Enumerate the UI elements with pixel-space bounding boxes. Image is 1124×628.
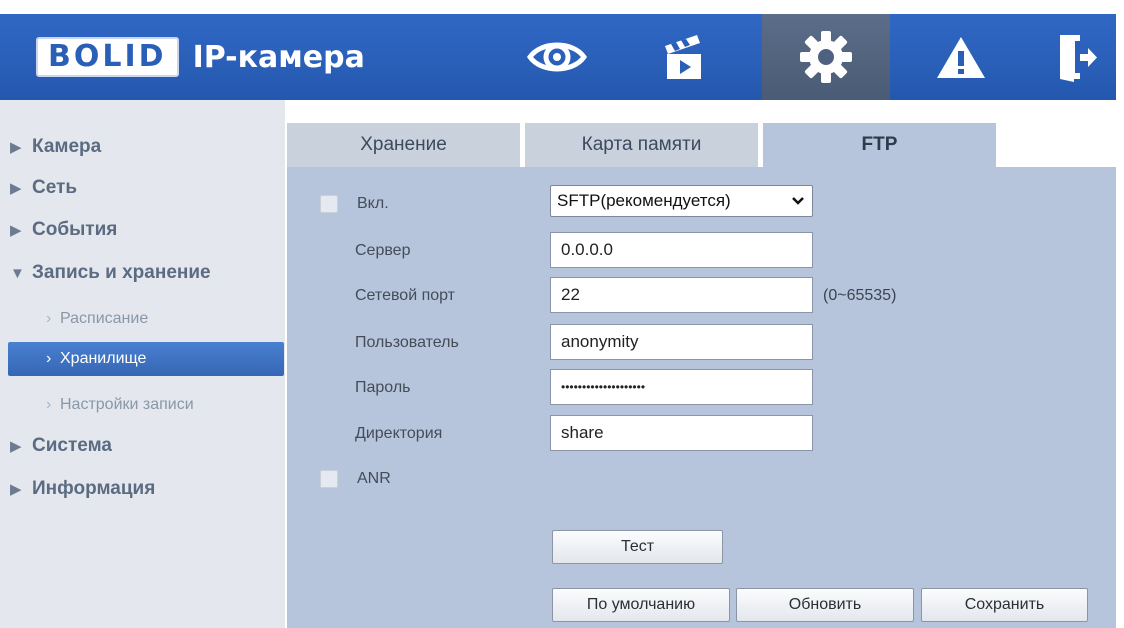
warning-icon: [937, 37, 985, 78]
main-content: Хранение Карта памяти FTP Вкл. SFTP(реко…: [287, 123, 1116, 628]
sidebar-item-system[interactable]: ▶ Система: [10, 431, 112, 461]
save-button[interactable]: Сохранить: [921, 588, 1088, 622]
refresh-button[interactable]: Обновить: [736, 588, 914, 622]
sidebar-item-label: События: [32, 219, 118, 240]
caret-right-icon: ▶: [10, 139, 22, 156]
anr-row: ANR: [320, 467, 391, 491]
chevron-down-icon: [792, 186, 804, 226]
chevron-right-icon: ›: [46, 396, 52, 413]
protocol-selected-value: SFTP(рекомендуется): [557, 191, 731, 210]
app-title: IP-камера: [192, 39, 365, 75]
port-range-hint: (0~65535): [823, 287, 897, 304]
tab-storage[interactable]: Хранение: [287, 123, 520, 167]
caret-right-icon: ▶: [10, 180, 22, 197]
brand-logo: BOLID: [36, 37, 179, 77]
password-input[interactable]: ••••••••••••••••••••: [550, 369, 813, 405]
caret-right-icon: ▶: [10, 481, 22, 498]
sidebar-item-label: Сеть: [32, 177, 78, 198]
sidebar-subitem-label: Расписание: [60, 310, 149, 327]
user-input[interactable]: anonymity: [550, 324, 813, 360]
port-input[interactable]: 22: [550, 277, 813, 313]
logo: BOLID IP-камера: [36, 37, 365, 77]
password-label: Пароль: [355, 379, 411, 396]
tab-bar: Хранение Карта памяти FTP: [287, 123, 1116, 167]
sidebar-subitem-schedule[interactable]: › Расписание: [0, 304, 285, 334]
anr-checkbox[interactable]: [320, 470, 338, 488]
nav-alarm[interactable]: [897, 14, 1025, 100]
test-button[interactable]: Тест: [552, 530, 723, 564]
sidebar-subitem-label: Хранилище: [60, 350, 147, 367]
chevron-right-icon: ›: [46, 310, 52, 327]
sidebar-item-camera[interactable]: ▶ Камера: [10, 132, 101, 162]
sidebar-item-network[interactable]: ▶ Сеть: [10, 173, 77, 203]
eye-icon: [527, 42, 587, 72]
sidebar: ▶ Камера ▶ Сеть ▶ События ▼ Запись и хранени…: [0, 100, 285, 628]
server-label: Сервер: [355, 242, 411, 259]
sidebar-item-events[interactable]: ▶ События: [10, 215, 117, 245]
sidebar-item-label: Запись и хранение: [32, 262, 211, 283]
nav-settings[interactable]: [762, 14, 890, 100]
sidebar-item-label: Информация: [32, 478, 156, 499]
top-header: BOLID IP-камера: [0, 14, 1116, 100]
tab-ftp[interactable]: FTP: [763, 123, 996, 167]
directory-label: Директория: [355, 425, 443, 442]
sidebar-item-label: Камера: [32, 136, 102, 157]
server-input[interactable]: 0.0.0.0: [550, 232, 813, 268]
exit-icon: [1060, 35, 1097, 82]
sidebar-subitem-storage[interactable]: › Хранилище: [8, 342, 284, 376]
enable-checkbox[interactable]: [320, 195, 338, 213]
tab-memory-card[interactable]: Карта памяти: [525, 123, 758, 167]
user-label: Пользователь: [355, 334, 459, 351]
clapperboard-icon: [665, 35, 701, 79]
sidebar-item-info[interactable]: ▶ Информация: [10, 474, 155, 504]
enable-label: Вкл.: [357, 195, 389, 212]
nav-live-view[interactable]: [493, 14, 621, 100]
chevron-right-icon: ›: [46, 350, 52, 367]
sidebar-item-label: Система: [32, 435, 112, 456]
default-button[interactable]: По умолчанию: [552, 588, 730, 622]
caret-right-icon: ▶: [10, 222, 22, 239]
caret-right-icon: ▶: [10, 438, 22, 455]
anr-label: ANR: [357, 470, 391, 487]
caret-down-icon: ▼: [10, 265, 25, 282]
nav-playback[interactable]: [620, 14, 748, 100]
sidebar-item-recording-storage[interactable]: ▼ Запись и хранение: [10, 258, 211, 288]
directory-input[interactable]: share: [550, 415, 813, 451]
port-label: Сетевой порт: [355, 287, 456, 304]
nav-logout[interactable]: [1040, 14, 1116, 100]
ftp-settings-panel: Вкл. SFTP(рекомендуется) Сервер 0.0.0.0 …: [287, 167, 1116, 628]
sidebar-subitem-record-settings[interactable]: › Настройки записи: [0, 390, 285, 420]
sidebar-subitem-label: Настройки записи: [60, 396, 194, 413]
gear-icon: [800, 31, 852, 83]
enable-row: Вкл.: [320, 192, 389, 216]
protocol-select[interactable]: SFTP(рекомендуется): [550, 185, 813, 217]
